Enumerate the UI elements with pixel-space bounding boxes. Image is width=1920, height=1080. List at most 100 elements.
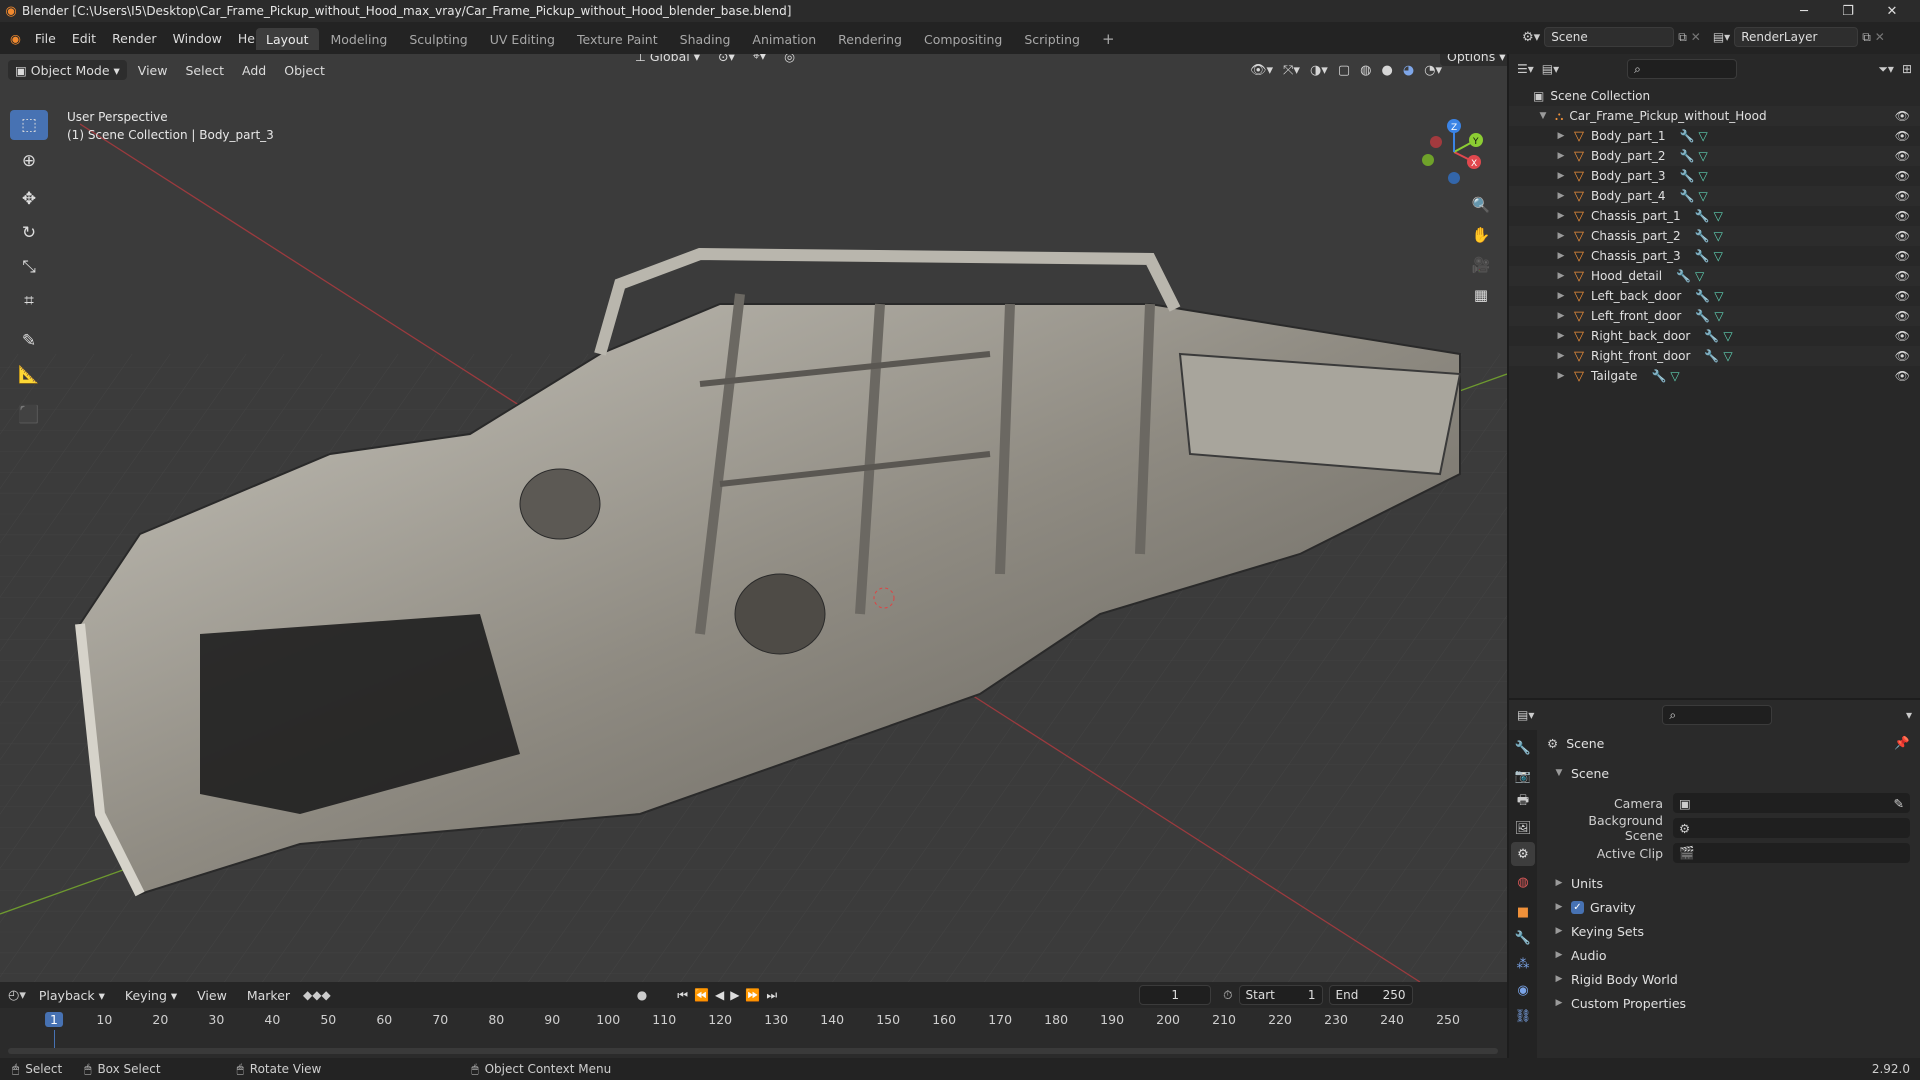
properties-search-input[interactable]: ⌕	[1662, 705, 1773, 725]
properties-section-header[interactable]: ▶ Audio	[1553, 944, 1910, 966]
properties-section-header[interactable]: ▶ Units	[1553, 872, 1910, 894]
select-box-tool-icon[interactable]: ⬚	[10, 110, 48, 140]
transform-tool-icon[interactable]: ⌗	[10, 286, 48, 316]
viewport-canvas[interactable]	[0, 54, 1507, 982]
start-frame-field[interactable]: Start 1	[1238, 985, 1323, 1005]
outliner-object-row[interactable]: ▶ ▽ Hood_detail 🔧 ▽ 👁	[1509, 266, 1920, 286]
solid-shading-icon[interactable]: ●	[1381, 63, 1392, 78]
tab-modeling[interactable]: Modeling	[321, 28, 398, 50]
tab-compositing[interactable]: Compositing	[914, 28, 1012, 50]
modifier-tab-icon[interactable]: 🔧	[1511, 926, 1535, 950]
scene-selector[interactable]: Scene	[1544, 27, 1675, 47]
delete-scene-icon[interactable]: ✕	[1691, 30, 1701, 44]
visibility-eye-icon[interactable]: 👁	[1895, 109, 1910, 123]
display-mode-icon[interactable]: ▤▾	[1542, 62, 1559, 76]
pan-hand-icon[interactable]: ✋	[1467, 222, 1495, 248]
gizmo-toggle-icon[interactable]: ⤧▾	[1283, 63, 1300, 78]
outliner-object-row[interactable]: ▶ ▽ Body_part_3 🔧 ▽ 👁	[1509, 166, 1920, 186]
properties-section-header[interactable]: ▶ Rigid Body World	[1553, 968, 1910, 990]
active-clip-field[interactable]: 🎬	[1673, 843, 1910, 863]
end-frame-field[interactable]: End 250	[1328, 985, 1413, 1005]
modifier-icon[interactable]: 🔧	[1695, 209, 1710, 223]
xray-icon[interactable]: ▢	[1338, 63, 1350, 78]
expand-triangle-icon[interactable]: ▶	[1555, 311, 1567, 321]
outliner-object-row[interactable]: ▶ ▽ Body_part_4 🔧 ▽ 👁	[1509, 186, 1920, 206]
timeline-menu-keying[interactable]: Keying ▾	[118, 985, 184, 1005]
outliner-object-row[interactable]: ▶ ▽ Chassis_part_1 🔧 ▽ 👁	[1509, 206, 1920, 226]
visibility-eye-icon[interactable]: 👁	[1895, 189, 1910, 203]
tab-shading[interactable]: Shading	[670, 28, 741, 50]
timeline-editor-type-icon[interactable]: ◴▾	[8, 988, 26, 1003]
new-renderlayer-icon[interactable]: ⧉	[1862, 30, 1871, 45]
physics-tab-icon[interactable]: ◉	[1511, 978, 1535, 1002]
orthographic-toggle-icon[interactable]: ▦	[1467, 282, 1495, 308]
outliner-object-row[interactable]: ▶ ▽ Left_back_door 🔧 ▽ 👁	[1509, 286, 1920, 306]
new-collection-icon[interactable]: ⊞	[1902, 62, 1912, 76]
world-tab-icon[interactable]: ◍	[1511, 870, 1535, 894]
playback-controls-icon[interactable]: ⏮⏪◀▶⏩⏭	[677, 988, 783, 1003]
move-tool-icon[interactable]: ✥	[10, 184, 48, 214]
rendered-shading-icon[interactable]: ◔▾	[1424, 63, 1442, 78]
object-tab-icon[interactable]: ■	[1511, 900, 1535, 924]
outliner-editor-type-icon[interactable]: ☰▾	[1517, 62, 1534, 76]
expand-triangle-icon[interactable]: ▶	[1555, 151, 1567, 161]
add-cube-tool-icon[interactable]: ⬛	[10, 400, 48, 430]
pin-icon[interactable]: 📌	[1894, 735, 1910, 751]
visibility-eye-icon[interactable]: 👁	[1895, 209, 1910, 223]
viewport-menu-view[interactable]: View	[131, 60, 175, 80]
overlay-toggle-icon[interactable]: ◑▾	[1310, 63, 1328, 78]
menu-edit[interactable]: Edit	[64, 26, 104, 50]
visibility-eye-icon[interactable]: 👁	[1895, 309, 1910, 323]
current-frame-field[interactable]: 1	[1139, 985, 1212, 1005]
timeline-scrollbar[interactable]	[8, 1048, 1498, 1054]
mesh-data-icon[interactable]: ▽	[1723, 329, 1732, 343]
zoom-icon[interactable]: 🔍	[1467, 192, 1495, 218]
tab-layout[interactable]: Layout	[256, 28, 319, 50]
mesh-data-icon[interactable]: ▽	[1695, 269, 1704, 283]
pivot-dropdown[interactable]: ⊙▾	[711, 54, 742, 66]
add-workspace-icon[interactable]: +	[1092, 28, 1125, 50]
mesh-data-icon[interactable]: ▽	[1723, 349, 1732, 363]
expand-triangle-icon[interactable]: ▶	[1555, 251, 1567, 261]
expand-triangle-icon[interactable]: ▶	[1555, 171, 1567, 181]
viewport-menu-object[interactable]: Object	[277, 60, 332, 80]
modifier-icon[interactable]: 🔧	[1680, 129, 1695, 143]
scene-tab-icon[interactable]: ⚙	[1511, 842, 1535, 866]
maximize-icon[interactable]: ❐	[1826, 0, 1870, 22]
properties-section-header[interactable]: ▶ Custom Properties	[1553, 992, 1910, 1014]
outliner-object-row[interactable]: ▶ ▽ Tailgate 🔧 ▽ 👁	[1509, 366, 1920, 386]
viewport-menu-select[interactable]: Select	[178, 60, 231, 80]
outliner-object-row[interactable]: ▶ ▽ Right_front_door 🔧 ▽ 👁	[1509, 346, 1920, 366]
outliner-object-row[interactable]: ▶ ▽ Body_part_1 🔧 ▽ 👁	[1509, 126, 1920, 146]
tool-tab-icon[interactable]: 🔧	[1511, 736, 1535, 760]
renderlayer-icon[interactable]: ▤▾	[1713, 30, 1730, 44]
expand-triangle-icon[interactable]: ▼	[1537, 111, 1549, 121]
viewport-menu-add[interactable]: Add	[235, 60, 273, 80]
modifier-icon[interactable]: 🔧	[1695, 229, 1710, 243]
visibility-icon[interactable]: 👁▾	[1250, 63, 1273, 78]
tab-rendering[interactable]: Rendering	[828, 28, 912, 50]
options-dropdown[interactable]: Options ▾	[1440, 54, 1507, 66]
expand-triangle-icon[interactable]: ▶	[1555, 211, 1567, 221]
modifier-icon[interactable]: 🔧	[1695, 249, 1710, 263]
camera-field[interactable]: ▣ ✎	[1673, 793, 1910, 813]
modifier-icon[interactable]: 🔧	[1680, 189, 1695, 203]
outliner-object-row[interactable]: ▶ ▽ Body_part_2 🔧 ▽ 👁	[1509, 146, 1920, 166]
close-icon[interactable]: ✕	[1870, 0, 1914, 22]
rotate-tool-icon[interactable]: ↻	[10, 218, 48, 248]
menu-window[interactable]: Window	[165, 26, 230, 50]
proportional-edit-toggle[interactable]: ◎	[777, 54, 802, 66]
visibility-eye-icon[interactable]: 👁	[1895, 129, 1910, 143]
modifier-icon[interactable]: 🔧	[1695, 289, 1710, 303]
mesh-data-icon[interactable]: ▽	[1699, 149, 1708, 163]
collection-row[interactable]: ▼ ⛬ Car_Frame_Pickup_without_Hood 👁	[1509, 106, 1920, 126]
expand-triangle-icon[interactable]: ▶	[1555, 191, 1567, 201]
outliner-root-row[interactable]: ▣ Scene Collection	[1509, 86, 1920, 106]
visibility-eye-icon[interactable]: 👁	[1895, 229, 1910, 243]
mesh-data-icon[interactable]: ▽	[1670, 369, 1679, 383]
modifier-icon[interactable]: 🔧	[1651, 369, 1666, 383]
outliner-search-input[interactable]: ⌕	[1627, 59, 1738, 79]
mesh-data-icon[interactable]: ▽	[1714, 249, 1723, 263]
tab-animation[interactable]: Animation	[742, 28, 826, 50]
snap-toggle[interactable]: ⌖▾	[746, 54, 773, 66]
